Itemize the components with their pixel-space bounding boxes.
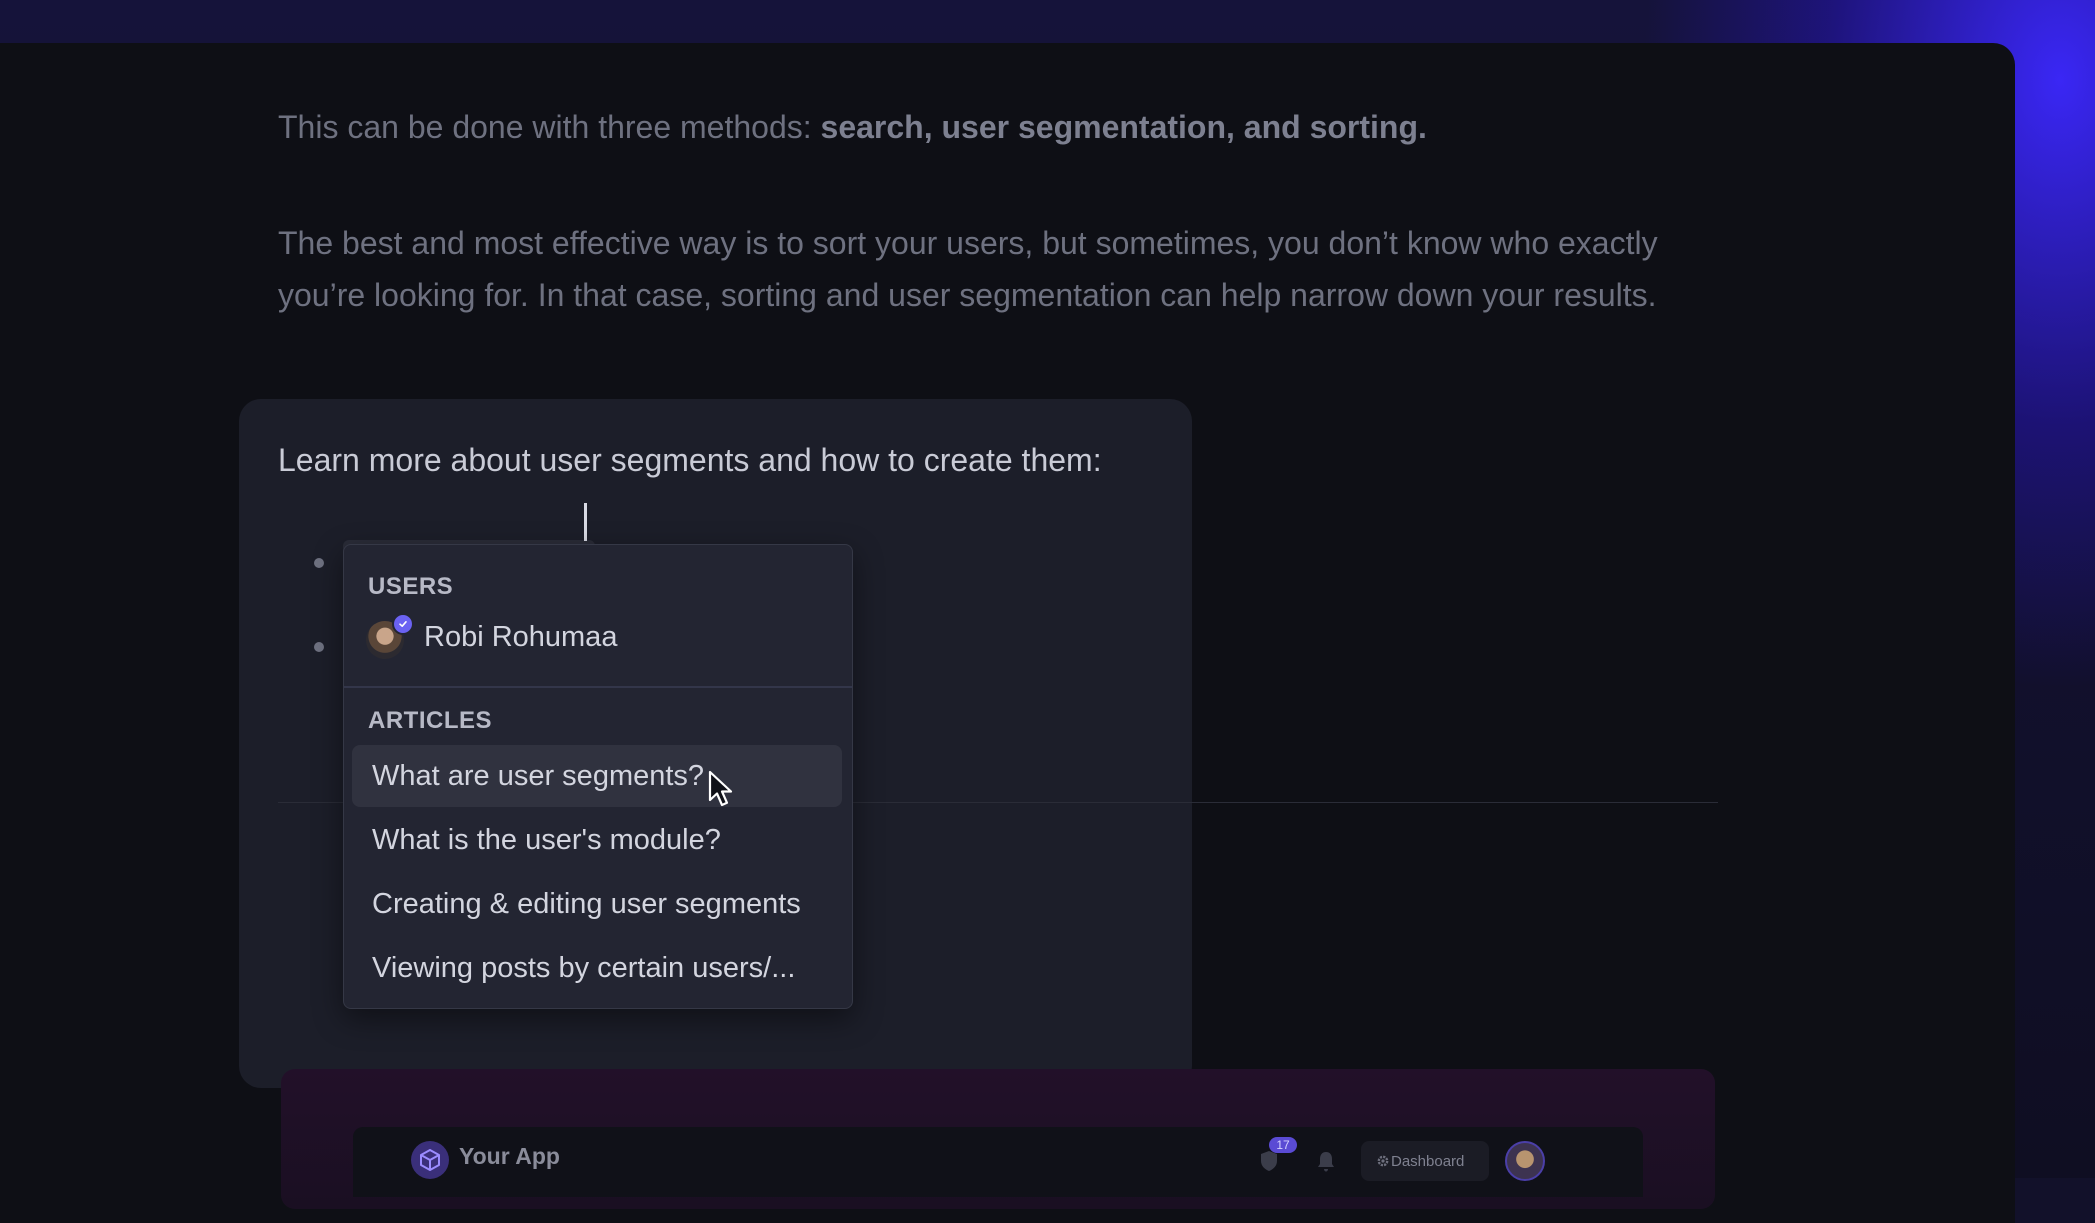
article-option-creating-editing-segments[interactable]: Creating & editing user segments [352,873,842,935]
user-option-name: Robi Rohumaa [424,621,618,653]
user-option[interactable]: Robi Rohumaa [352,613,842,661]
verified-check-icon [392,613,414,635]
cube-logo-icon [411,1141,449,1179]
paragraph-sorting: The best and most effective way is to so… [278,225,1658,313]
list-bullet [314,558,324,568]
gear-icon [1377,1155,1389,1167]
callout-title: Learn more about user segments and how t… [278,442,1102,478]
list-bullet [314,642,324,652]
paragraph-methods-text: This can be done with three methods: [278,109,821,145]
article-option-users-module[interactable]: What is the user's module? [352,809,842,871]
mouse-pointer-icon [708,770,733,807]
avatar[interactable] [1505,1141,1545,1181]
article-option-viewing-posts[interactable]: Viewing posts by certain users/... [352,937,842,999]
paragraph-methods: This can be done with three methods: sea… [278,101,1427,153]
editor-panel: This can be done with three methods: sea… [0,43,2015,1223]
bell-icon [1318,1152,1334,1172]
paragraph-methods-bold: search, user segmentation, and sorting. [820,109,1427,145]
dropdown-divider [344,686,852,688]
users-section-label: USERS [368,573,454,600]
preview-app-name: Your App [459,1143,560,1169]
preview-top-bar: Your App 17 Dashboard [353,1127,1643,1197]
articles-section-label: ARTICLES [368,707,492,734]
app-preview-image: Your App 17 Dashboard [281,1069,1715,1209]
mention-dropdown: USERS Robi Rohumaa ARTICLES What are use… [343,544,853,1009]
notification-badge: 17 [1269,1137,1297,1153]
article-option-what-are-user-segments[interactable]: What are user segments? [352,745,842,807]
text-caret [584,503,587,541]
